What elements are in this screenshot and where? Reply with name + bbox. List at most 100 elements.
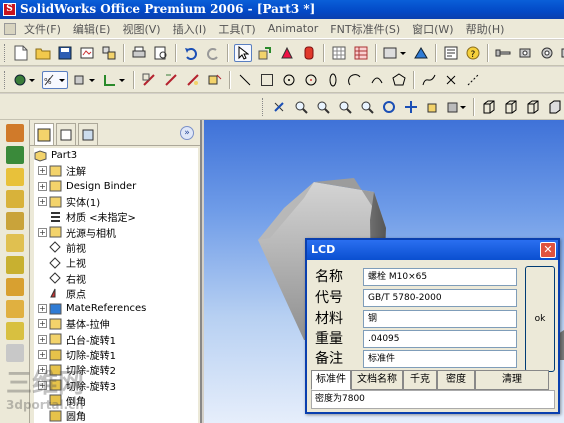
3d-sketch-icon[interactable] bbox=[162, 71, 180, 89]
expand-plus-icon[interactable]: + bbox=[38, 304, 47, 314]
sketch-vertical-icon[interactable] bbox=[6, 146, 24, 164]
sketch-axis-icon[interactable] bbox=[102, 71, 128, 89]
tree-item[interactable]: + 凸台-旋转1 bbox=[34, 332, 198, 347]
table-grid-icon[interactable] bbox=[352, 44, 370, 62]
rebuild-icon[interactable] bbox=[256, 44, 274, 62]
tree-item[interactable]: + 光源与相机 bbox=[34, 224, 198, 240]
screw-icon[interactable] bbox=[560, 44, 564, 62]
remark-field[interactable]: 标准件 bbox=[363, 350, 517, 368]
ellipse-icon[interactable] bbox=[324, 71, 342, 89]
expand-plus-icon[interactable]: + bbox=[38, 197, 47, 207]
line-icon[interactable] bbox=[236, 71, 254, 89]
view-orientation-icon[interactable] bbox=[424, 98, 442, 116]
shaded-with-edges-icon[interactable] bbox=[546, 98, 564, 116]
tree-root[interactable]: Part3 bbox=[34, 148, 198, 163]
tree-item[interactable]: 前视 bbox=[34, 240, 198, 255]
bolt-icon[interactable] bbox=[494, 44, 512, 62]
rectangle-icon[interactable] bbox=[258, 71, 276, 89]
save-icon[interactable] bbox=[56, 44, 74, 62]
name-field[interactable]: 螺栓 M10×65 bbox=[363, 268, 517, 286]
lofted-boss-icon[interactable] bbox=[6, 234, 24, 252]
washer-icon[interactable] bbox=[538, 44, 556, 62]
previous-view-icon[interactable] bbox=[270, 98, 288, 116]
tree-item[interactable]: + 切除-旋转1 bbox=[34, 347, 198, 362]
menu-fnt-standard-parts[interactable]: FNT标准件(S) bbox=[324, 21, 406, 37]
configuration-manager-tab[interactable] bbox=[78, 123, 98, 145]
property-manager-tab[interactable] bbox=[56, 123, 76, 145]
options-dropdown-icon[interactable] bbox=[382, 44, 408, 62]
material-field[interactable]: 钢 bbox=[363, 310, 517, 328]
relations-dropdown-icon[interactable] bbox=[72, 71, 98, 89]
new-file-icon[interactable] bbox=[12, 44, 30, 62]
edit-sketch-icon[interactable] bbox=[184, 71, 202, 89]
zoom-to-selection-icon[interactable] bbox=[358, 98, 376, 116]
menu-help[interactable]: 帮助(H) bbox=[460, 21, 511, 37]
print-preview-icon[interactable] bbox=[152, 44, 170, 62]
extruded-boss-icon[interactable] bbox=[6, 168, 24, 186]
menu-file[interactable]: 文件(F) bbox=[18, 21, 67, 37]
expand-plus-icon[interactable]: + bbox=[38, 334, 47, 344]
feature-manager-tab[interactable] bbox=[34, 123, 54, 145]
make-drawing-icon[interactable] bbox=[78, 44, 96, 62]
hidden-lines-visible-icon[interactable] bbox=[502, 98, 520, 116]
redo-icon[interactable] bbox=[204, 44, 222, 62]
display-style-icon[interactable] bbox=[446, 98, 468, 116]
centerpoint-arc-icon[interactable] bbox=[302, 71, 320, 89]
select-arrow-icon[interactable] bbox=[234, 43, 252, 62]
expand-plus-icon[interactable]: + bbox=[38, 166, 47, 176]
toolbar-grip[interactable] bbox=[262, 97, 265, 116]
fillet-tool-icon[interactable] bbox=[6, 300, 24, 318]
tree-item[interactable]: + 实体(1) bbox=[34, 194, 198, 209]
tree-item[interactable]: 上视 bbox=[34, 255, 198, 270]
nut-icon[interactable] bbox=[516, 44, 534, 62]
tab-standard-part[interactable]: 标准件 bbox=[311, 370, 351, 390]
extruded-cut-icon[interactable] bbox=[6, 256, 24, 274]
menu-animator[interactable]: Animator bbox=[262, 22, 325, 35]
tree-item[interactable]: + 基体-拉伸 bbox=[34, 316, 198, 331]
close-icon[interactable]: ✕ bbox=[540, 242, 556, 258]
spline-icon[interactable] bbox=[420, 71, 438, 89]
ok-button[interactable]: ok bbox=[525, 266, 555, 372]
tree-item[interactable]: + Design Binder bbox=[34, 179, 198, 194]
menu-tools[interactable]: 工具(T) bbox=[212, 21, 261, 37]
tree-item[interactable]: 原点 bbox=[34, 286, 198, 301]
menu-edit[interactable]: 编辑(E) bbox=[67, 21, 117, 37]
zoom-to-area-icon[interactable] bbox=[314, 98, 332, 116]
open-folder-icon[interactable] bbox=[34, 44, 52, 62]
toolbar-grip[interactable] bbox=[4, 70, 7, 89]
tab-kilogram[interactable]: 千克 bbox=[403, 370, 437, 390]
zoom-in-out-icon[interactable] bbox=[336, 98, 354, 116]
code-field[interactable]: GB/T 5780-2000 bbox=[363, 289, 517, 307]
wireframe-icon[interactable] bbox=[480, 98, 498, 116]
undo-icon[interactable] bbox=[182, 44, 200, 62]
menu-view[interactable]: 视图(V) bbox=[116, 21, 166, 37]
rotate-view-icon[interactable] bbox=[380, 98, 398, 116]
polygon-icon[interactable] bbox=[390, 71, 408, 89]
sketch-dropdown-icon[interactable] bbox=[12, 71, 38, 89]
pan-icon[interactable] bbox=[402, 98, 420, 116]
menu-window[interactable]: 窗口(W) bbox=[406, 21, 459, 37]
hidden-lines-removed-icon[interactable] bbox=[524, 98, 542, 116]
point-icon[interactable] bbox=[442, 71, 460, 89]
tab-density[interactable]: 密度 bbox=[437, 370, 475, 390]
help-icon[interactable]: ? bbox=[464, 44, 482, 62]
smart-dimension-icon[interactable]: % bbox=[42, 70, 68, 89]
expand-plus-icon[interactable]: + bbox=[38, 181, 47, 191]
revolved-cut-icon[interactable] bbox=[6, 278, 24, 296]
panel-collapse-button[interactable]: » bbox=[180, 126, 194, 140]
expand-plus-icon[interactable]: + bbox=[38, 319, 47, 329]
zoom-to-fit-icon[interactable] bbox=[292, 98, 310, 116]
revolved-boss-icon[interactable] bbox=[6, 190, 24, 208]
print-icon[interactable] bbox=[130, 44, 148, 62]
make-assembly-icon[interactable] bbox=[100, 44, 118, 62]
convert-entities-icon[interactable] bbox=[206, 71, 224, 89]
toolbar-grip[interactable] bbox=[4, 43, 7, 62]
expand-plus-icon[interactable]: + bbox=[38, 350, 47, 359]
tree-item[interactable]: 材质 <未指定> bbox=[34, 209, 198, 224]
weight-field[interactable]: .04095 bbox=[363, 330, 517, 348]
swept-boss-icon[interactable] bbox=[6, 212, 24, 230]
toolbox-icon[interactable] bbox=[412, 44, 430, 62]
solidworks-logo-icon[interactable]: S bbox=[3, 3, 16, 16]
tab-clear[interactable]: 清理 bbox=[475, 370, 549, 390]
chamfer-tool-icon[interactable] bbox=[6, 322, 24, 340]
